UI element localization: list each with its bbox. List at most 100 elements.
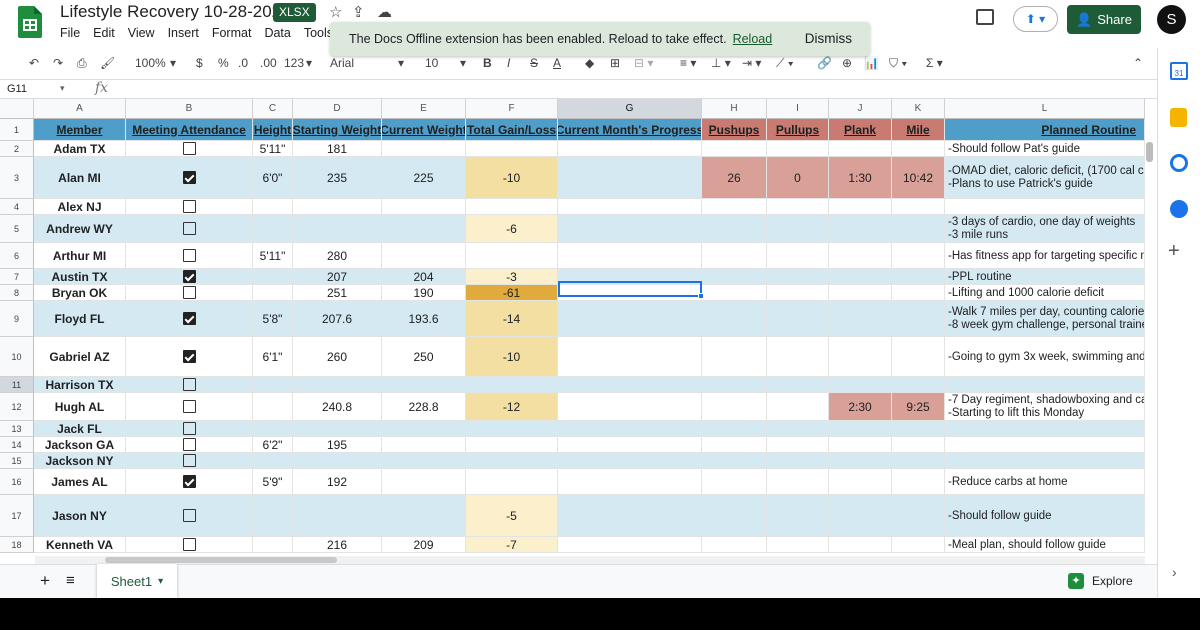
insert-chart-icon[interactable]: 📊	[864, 56, 879, 70]
cell-pullups[interactable]	[767, 453, 829, 469]
cell-total-gain-loss[interactable]: -7	[466, 537, 558, 553]
cell-planned-routine[interactable]: -7 Day regiment, shadowboxing and car -St…	[945, 393, 1145, 421]
column-header-l[interactable]: L	[945, 99, 1145, 119]
menu-insert[interactable]: Insert	[168, 26, 199, 40]
cell-pullups[interactable]	[767, 437, 829, 453]
contacts-icon[interactable]	[1170, 200, 1188, 218]
text-color-icon[interactable]: A	[553, 56, 561, 70]
sheet-tab-chevron-icon[interactable]: ▾	[158, 576, 163, 587]
cell-total-gain-loss[interactable]	[466, 141, 558, 157]
cell-current-weight[interactable]: 225	[382, 157, 466, 199]
attendance-checkbox[interactable]	[182, 171, 196, 184]
more-formats-chevron-icon[interactable]: ▾	[306, 56, 312, 70]
add-addon-icon[interactable]: +	[1168, 240, 1180, 263]
cell-mile[interactable]	[892, 301, 945, 337]
row-header-15[interactable]: 15	[0, 453, 34, 469]
cell-member[interactable]: Alex NJ	[34, 199, 126, 215]
cell-pushups[interactable]	[702, 269, 767, 285]
header-cell-member[interactable]: Member	[34, 119, 126, 141]
comment-history-icon[interactable]	[976, 9, 994, 25]
cell-member[interactable]: Alan MI	[34, 157, 126, 199]
cell-attendance[interactable]	[126, 453, 253, 469]
merge-cells-icon[interactable]: ⊟ ▾	[634, 56, 653, 70]
cell-current-weight[interactable]: 209	[382, 537, 466, 553]
cell-planned-routine[interactable]	[945, 199, 1145, 215]
cell-starting-weight[interactable]: 280	[293, 243, 382, 269]
cell-attendance[interactable]	[126, 301, 253, 337]
cell-height[interactable]	[253, 421, 293, 437]
row-header-2[interactable]: 2	[0, 141, 34, 157]
cell-member[interactable]: Adam TX	[34, 141, 126, 157]
cell-pullups[interactable]	[767, 141, 829, 157]
cell-attendance[interactable]	[126, 393, 253, 421]
column-header-h[interactable]: H	[702, 99, 767, 119]
row-header-3[interactable]: 3	[0, 157, 34, 199]
cell-attendance[interactable]	[126, 141, 253, 157]
cell-plank[interactable]	[829, 215, 892, 243]
cell-attendance[interactable]	[126, 157, 253, 199]
cell-pushups[interactable]	[702, 215, 767, 243]
sheet-tab-sheet1[interactable]: Sheet1 ▾	[97, 564, 177, 598]
document-title[interactable]: Lifestyle Recovery 10-28-2021	[60, 2, 291, 22]
cell-pullups[interactable]	[767, 269, 829, 285]
cell-planned-routine[interactable]: -Has fitness app for targeting specific …	[945, 243, 1145, 269]
header-cell-height[interactable]: Height	[253, 119, 293, 141]
cell-planned-routine[interactable]	[945, 377, 1145, 393]
column-header-e[interactable]: E	[382, 99, 466, 119]
tasks-icon[interactable]	[1170, 154, 1188, 172]
cell-attendance[interactable]	[126, 269, 253, 285]
cell-mile[interactable]: 9:25	[892, 393, 945, 421]
cell-starting-weight[interactable]: 192	[293, 469, 382, 495]
cell-mile[interactable]	[892, 437, 945, 453]
header-cell-attendance[interactable]: Meeting Attendance	[126, 119, 253, 141]
cell-member[interactable]: Gabriel AZ	[34, 337, 126, 377]
cell-plank[interactable]	[829, 421, 892, 437]
cell-plank[interactable]	[829, 337, 892, 377]
cell-member[interactable]: Jackson NY	[34, 453, 126, 469]
cell-mile[interactable]: 10:42	[892, 157, 945, 199]
cell-pushups[interactable]	[702, 495, 767, 537]
row-header-11[interactable]: 11	[0, 377, 34, 393]
cell-total-gain-loss[interactable]: -6	[466, 215, 558, 243]
header-cell-current-weight[interactable]: Current Weight	[382, 119, 466, 141]
cell-progress[interactable]	[558, 141, 702, 157]
cell-starting-weight[interactable]: 235	[293, 157, 382, 199]
cell-starting-weight[interactable]	[293, 215, 382, 243]
cell-total-gain-loss[interactable]	[466, 437, 558, 453]
row-header-14[interactable]: 14	[0, 437, 34, 453]
cell-starting-weight[interactable]: 251	[293, 285, 382, 301]
cell-plank[interactable]	[829, 377, 892, 393]
column-header-f[interactable]: F	[466, 99, 558, 119]
cell-mile[interactable]	[892, 377, 945, 393]
cell-height[interactable]	[253, 199, 293, 215]
cell-pullups[interactable]	[767, 469, 829, 495]
cell-member[interactable]: Jack FL	[34, 421, 126, 437]
cell-current-weight[interactable]	[382, 495, 466, 537]
cell-total-gain-loss[interactable]	[466, 243, 558, 269]
cell-planned-routine[interactable]: -Lifting and 1000 calorie deficit	[945, 285, 1145, 301]
row-header-6[interactable]: 6	[0, 243, 34, 269]
cell-starting-weight[interactable]	[293, 199, 382, 215]
spreadsheet-grid[interactable]: A B C D E F G H I J K L 1 Member Meeting Attendance Hei…	[0, 99, 1145, 556]
cell-member[interactable]: Arthur MI	[34, 243, 126, 269]
cell-pushups[interactable]	[702, 437, 767, 453]
cell-planned-routine[interactable]: -Walk 7 miles per day, counting calories…	[945, 301, 1145, 337]
fill-handle[interactable]	[698, 293, 704, 299]
attendance-checkbox[interactable]	[182, 270, 196, 283]
cell-starting-weight[interactable]	[293, 421, 382, 437]
horizontal-align-icon[interactable]: ≡ ▾	[680, 56, 696, 70]
cell-starting-weight[interactable]	[293, 495, 382, 537]
cell-height[interactable]: 5'11"	[253, 141, 293, 157]
cell-total-gain-loss[interactable]: -10	[466, 337, 558, 377]
cell-starting-weight[interactable]: 216	[293, 537, 382, 553]
cell-current-weight[interactable]	[382, 377, 466, 393]
cell-total-gain-loss[interactable]	[466, 421, 558, 437]
header-cell-pullups[interactable]: Pullups	[767, 119, 829, 141]
cell-planned-routine[interactable]: -OMAD diet, caloric deficit, (1700 cal c…	[945, 157, 1145, 199]
cell-total-gain-loss[interactable]: -61	[466, 285, 558, 301]
cell-starting-weight[interactable]	[293, 377, 382, 393]
cell-planned-routine[interactable]	[945, 421, 1145, 437]
keep-icon[interactable]	[1170, 108, 1187, 127]
header-cell-starting-weight[interactable]: Starting Weight	[293, 119, 382, 141]
cell-height[interactable]: 5'11"	[253, 243, 293, 269]
